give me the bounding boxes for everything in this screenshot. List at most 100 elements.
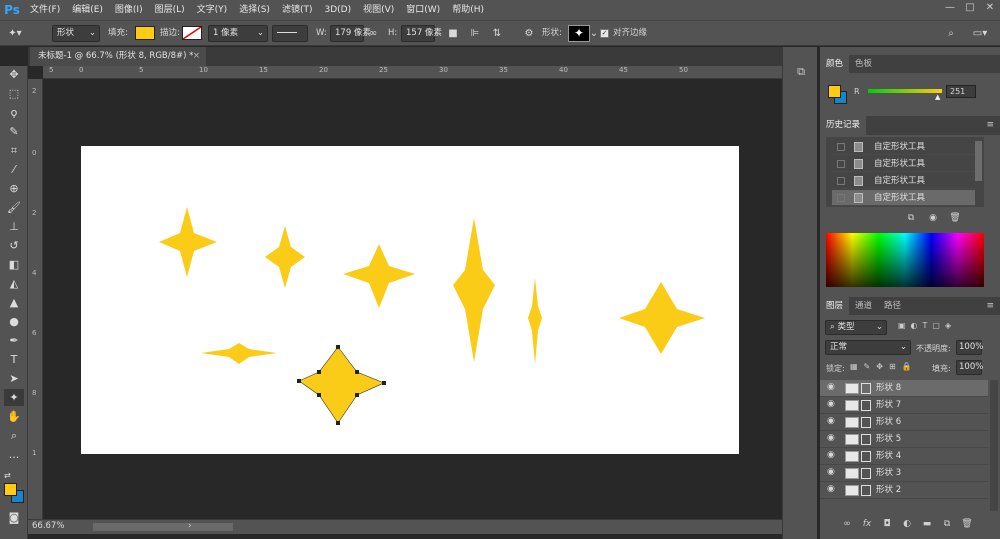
menu-window[interactable]: 窗口(W) [400, 0, 446, 20]
canvas-workspace[interactable] [43, 79, 782, 519]
horizontal-scrollbar[interactable] [93, 523, 233, 531]
path-operations-icon[interactable]: ■ [446, 26, 460, 41]
color-fg-swatch[interactable] [828, 85, 841, 98]
crop-tool-icon[interactable]: ⌗ [4, 142, 24, 159]
type-tool-icon[interactable]: T [4, 351, 24, 368]
eye-icon[interactable]: ◉ [827, 467, 835, 477]
menu-type[interactable]: 文字(Y) [191, 0, 234, 20]
layer-row[interactable]: ◉ 形状 7 [820, 397, 988, 414]
restore-button[interactable]: □ [960, 0, 980, 16]
more-tools-icon[interactable]: ··· [4, 449, 24, 466]
history-scrollbar[interactable] [975, 141, 982, 181]
history-checkbox[interactable] [837, 143, 845, 151]
document-tab[interactable]: 未标题-1 @ 66.7% (形状 8, RGB/8#) * × [30, 47, 206, 66]
link-icon[interactable]: ∞ [366, 26, 380, 41]
layer-filter-icons[interactable]: ▣◐T▢◈ [898, 321, 988, 335]
tab-color[interactable]: 颜色 [820, 55, 850, 73]
minimize-button[interactable]: — [940, 0, 960, 16]
pen-tool-icon[interactable]: ✒ [4, 332, 24, 349]
opacity-input[interactable]: 100% [956, 340, 983, 355]
history-item[interactable]: 自定形状工具 [832, 139, 975, 155]
menu-layer[interactable]: 图层(L) [149, 0, 191, 20]
tab-history[interactable]: 历史记录 [820, 116, 867, 135]
fill-input[interactable]: 100% [956, 360, 983, 375]
properties-icon[interactable]: ⧉ [793, 65, 809, 81]
gear-icon[interactable]: ⚙ [522, 26, 536, 41]
dodge-tool-icon[interactable]: ● [4, 313, 24, 330]
shape-picker-sparkle-icon[interactable]: ✦ [568, 25, 590, 42]
path-arrangement-icon[interactable]: ⇅ [490, 26, 504, 41]
tab-layers[interactable]: 图层 [820, 297, 850, 315]
history-checkbox[interactable] [837, 194, 845, 202]
lock-icons[interactable]: ▦✎✥⊞🔒 [850, 362, 918, 371]
zoom-tool-icon[interactable]: ⌕ [4, 427, 24, 444]
stroke-type-select[interactable] [272, 25, 308, 42]
menu-file[interactable]: 文件(F) [24, 0, 66, 20]
link-layers-icon[interactable]: ∞ [840, 517, 854, 531]
brush-tool-icon[interactable]: 🖌 [4, 199, 24, 216]
clone-stamp-tool-icon[interactable]: ⊥ [4, 218, 24, 235]
layer-row[interactable]: ◉ 形状 5 [820, 431, 988, 448]
tab-paths[interactable]: 路径 [878, 297, 907, 315]
menu-select[interactable]: 选择(S) [233, 0, 276, 20]
slider-handle-icon[interactable]: ▲ [935, 93, 940, 101]
layer-row[interactable]: ◉ 形状 4 [820, 448, 988, 465]
layer-row[interactable]: ◉ 形状 3 [820, 465, 988, 482]
trash-icon[interactable]: 🗑 [948, 211, 962, 225]
delete-layer-icon[interactable]: 🗑 [960, 517, 974, 531]
marquee-tool-icon[interactable]: ⬚ [4, 85, 24, 102]
search-icon[interactable]: ⌕ [944, 26, 958, 41]
path-selection-tool-icon[interactable]: ➤ [4, 370, 24, 387]
new-group-icon[interactable]: ▬ [920, 517, 934, 531]
paint-bucket-tool-icon[interactable]: ◭ [4, 275, 24, 292]
close-tab-icon[interactable]: × [193, 47, 200, 66]
menu-help[interactable]: 帮助(H) [446, 0, 490, 20]
new-layer-icon[interactable]: ⧉ [940, 517, 954, 531]
quick-selection-tool-icon[interactable]: ✎ [4, 123, 24, 140]
eyedropper-tool-icon[interactable]: ⁄ [4, 161, 24, 178]
tab-channels[interactable]: 通道 [849, 297, 878, 315]
r-value-input[interactable]: 251 [946, 85, 976, 98]
menu-3d[interactable]: 3D(D) [318, 0, 357, 20]
foreground-color-swatch[interactable] [4, 483, 17, 496]
r-channel-slider[interactable] [868, 89, 942, 93]
document-canvas[interactable] [81, 146, 739, 454]
stroke-width-select[interactable]: 1 像素 ⌄ [208, 25, 268, 42]
layer-row-selected[interactable]: ◉ 形状 8 [820, 380, 988, 397]
camera-icon[interactable]: ◉ [926, 211, 940, 225]
layers-scrollbar[interactable] [990, 380, 998, 511]
custom-shape-tool-icon[interactable]: ✦▾ [6, 26, 24, 41]
custom-shape-tool-active-icon[interactable]: ✦ [4, 389, 24, 406]
move-tool-icon[interactable]: ✥ [4, 66, 24, 83]
lasso-tool-icon[interactable]: ϙ [4, 104, 24, 121]
status-arrow-icon[interactable]: › [188, 521, 192, 531]
shape-picker-dropdown-icon[interactable]: ⌄ [589, 26, 599, 41]
color-spectrum-ramp[interactable] [826, 233, 984, 287]
blend-mode-select[interactable]: 正常 ⌄ [825, 340, 911, 355]
close-button[interactable]: ✕ [980, 0, 1000, 16]
width-input[interactable]: 179 像素 [330, 25, 371, 42]
menu-edit[interactable]: 编辑(E) [66, 0, 109, 20]
eye-icon[interactable]: ◉ [827, 382, 835, 392]
eye-icon[interactable]: ◉ [827, 399, 835, 409]
stroke-color-swatch[interactable] [182, 26, 202, 40]
layer-style-icon[interactable]: fx [860, 517, 874, 531]
path-alignment-icon[interactable]: ⊫ [468, 26, 482, 41]
history-menu-icon[interactable]: ≡ [986, 116, 994, 135]
layers-menu-icon[interactable]: ≡ [986, 297, 994, 315]
history-checkbox[interactable] [837, 160, 845, 168]
history-brush-tool-icon[interactable]: ↺ [4, 237, 24, 254]
menu-view[interactable]: 视图(V) [357, 0, 400, 20]
layer-filter-select[interactable]: ⌕ 类型 ⌄ [825, 320, 887, 335]
tab-swatches[interactable]: 色板 [849, 55, 878, 73]
eye-icon[interactable]: ◉ [827, 416, 835, 426]
new-document-from-state-icon[interactable]: ⧉ [904, 211, 918, 225]
layer-row[interactable]: ◉ 形状 2 [820, 482, 988, 499]
zoom-level[interactable]: 66.67% [32, 521, 64, 531]
history-item[interactable]: 自定形状工具 [832, 156, 975, 172]
adjustment-layer-icon[interactable]: ◐ [900, 517, 914, 531]
menu-image[interactable]: 图像(I) [109, 0, 149, 20]
eraser-tool-icon[interactable]: ◧ [4, 256, 24, 273]
fill-color-swatch[interactable] [135, 26, 155, 40]
healing-brush-tool-icon[interactable]: ⊕ [4, 180, 24, 197]
